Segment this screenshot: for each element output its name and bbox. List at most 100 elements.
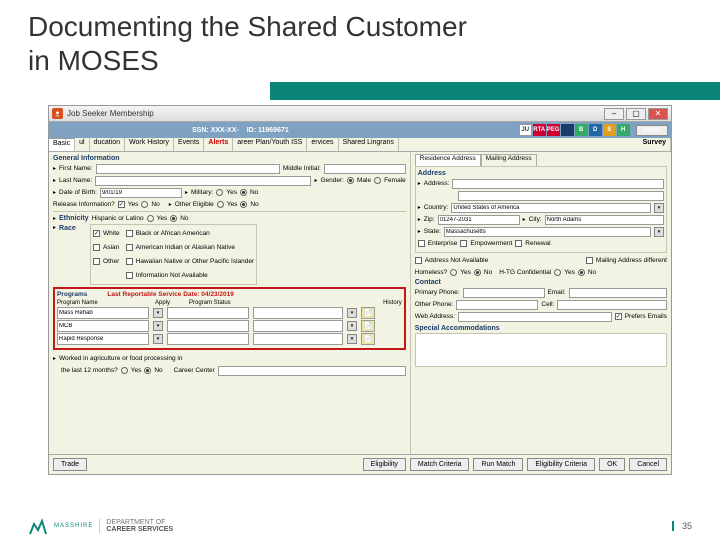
apply-input[interactable] <box>167 320 249 332</box>
ag-yes[interactable] <box>121 367 128 374</box>
race-other-chk[interactable] <box>93 258 100 265</box>
address2-input[interactable] <box>458 191 664 201</box>
tab-basic[interactable]: Basic <box>49 138 75 151</box>
cell-input[interactable] <box>557 300 667 310</box>
race-na-chk[interactable] <box>126 272 133 279</box>
release-yes-chk[interactable] <box>118 201 125 208</box>
history-button[interactable]: 📄 <box>361 333 375 345</box>
special-accom-box[interactable] <box>415 333 667 367</box>
badge: H <box>617 124 630 136</box>
program-row: ▾ ▾ 📄 <box>57 333 402 345</box>
dob-input[interactable] <box>100 188 182 198</box>
tgc-yes[interactable] <box>554 269 561 276</box>
tab-workhistory[interactable]: Work History <box>125 138 174 151</box>
program-name-input[interactable] <box>57 307 149 319</box>
web-input[interactable] <box>458 312 612 322</box>
slide-title: Documenting the Shared Customerin MOSES <box>0 0 720 81</box>
run-match-button[interactable]: Run Match <box>473 458 523 471</box>
mail-diff-chk[interactable] <box>586 257 593 264</box>
flag-enterprise[interactable] <box>418 240 425 247</box>
tab-careerplan[interactable]: areer Plan/Youth ISS <box>233 138 307 151</box>
first-name-label: First Name: <box>59 165 93 172</box>
other-elig-no[interactable] <box>240 201 247 208</box>
release-no-radio[interactable] <box>141 201 148 208</box>
country-input[interactable] <box>451 203 651 213</box>
gender-male-radio[interactable] <box>347 177 354 184</box>
status-input[interactable] <box>253 333 343 345</box>
race-white-chk[interactable] <box>93 230 100 237</box>
status-input[interactable] <box>253 320 343 332</box>
tab-shared[interactable]: Shared Lingrans <box>339 138 399 151</box>
page-number: 35 <box>672 521 692 531</box>
first-name-input[interactable] <box>96 164 280 174</box>
maximize-button[interactable]: ▢ <box>626 108 646 120</box>
state-input[interactable] <box>444 227 651 237</box>
other-elig-yes[interactable] <box>217 201 224 208</box>
addr-na-chk[interactable] <box>415 257 422 264</box>
tabstrip: Basic ul ducation Work History Events Al… <box>49 138 671 152</box>
address-input[interactable] <box>452 179 664 189</box>
mi-input[interactable] <box>324 164 406 174</box>
elig-criteria-button[interactable]: Eligibility Criteria <box>527 458 595 471</box>
hisp-no[interactable] <box>170 215 177 222</box>
trade-button[interactable]: Trade <box>53 458 87 471</box>
program-name-input[interactable] <box>57 320 149 332</box>
city-input[interactable] <box>545 215 664 225</box>
history-button[interactable]: 📄 <box>361 307 375 319</box>
flag-empowerment[interactable] <box>460 240 467 247</box>
career-center-input[interactable] <box>218 366 406 376</box>
zip-input[interactable] <box>438 215 520 225</box>
tab-residence-addr[interactable]: Residence Address <box>415 154 481 166</box>
flag-renewal[interactable] <box>515 240 522 247</box>
program-name-input[interactable] <box>57 333 149 345</box>
apply-input[interactable] <box>167 333 249 345</box>
primary-phone-input[interactable] <box>463 288 545 298</box>
tab-survey[interactable]: Survey <box>639 138 671 151</box>
ok-button[interactable]: OK <box>599 458 625 471</box>
military-no-radio[interactable] <box>240 189 247 196</box>
badge: B <box>575 124 588 136</box>
history-button[interactable]: 📄 <box>361 320 375 332</box>
cancel-button[interactable]: Cancel <box>629 458 667 471</box>
status-input[interactable] <box>253 307 343 319</box>
notes-button[interactable]: Notes <box>636 125 668 136</box>
other-elig-label: Other Eligible <box>175 201 214 208</box>
tab-alerts[interactable]: Alerts <box>204 138 233 151</box>
dropdown-icon[interactable]: ▾ <box>153 308 163 318</box>
dropdown-icon[interactable]: ▾ <box>153 334 163 344</box>
race-black-chk[interactable] <box>126 230 133 237</box>
dropdown-icon[interactable]: ▾ <box>347 308 357 318</box>
race-hi-chk[interactable] <box>126 258 133 265</box>
close-button[interactable]: ✕ <box>648 108 668 120</box>
email-input[interactable] <box>569 288 667 298</box>
tab-mailing-addr[interactable]: Mailing Address <box>481 154 537 166</box>
dropdown-icon[interactable]: ▾ <box>347 321 357 331</box>
prefer-email-chk[interactable] <box>615 313 622 320</box>
tab-education[interactable]: ducation <box>90 138 125 151</box>
tab-events[interactable]: Events <box>174 138 204 151</box>
ag-no[interactable] <box>144 367 151 374</box>
eligibility-button[interactable]: Eligibility <box>363 458 406 471</box>
tab-services[interactable]: ervices <box>307 138 338 151</box>
dropdown-icon[interactable]: ▾ <box>654 203 664 213</box>
minimize-button[interactable]: – <box>604 108 624 120</box>
homeless-no[interactable] <box>474 269 481 276</box>
race-asian-chk[interactable] <box>93 244 100 251</box>
match-criteria-button[interactable]: Match Criteria <box>410 458 470 471</box>
gender-label: Gender: <box>320 177 344 184</box>
tab[interactable]: ul <box>75 138 89 151</box>
release-label: Release Information? <box>53 201 115 208</box>
race-ai-chk[interactable] <box>126 244 133 251</box>
military-yes-radio[interactable] <box>216 189 223 196</box>
tgc-no[interactable] <box>578 269 585 276</box>
apply-input[interactable] <box>167 307 249 319</box>
other-phone-input[interactable] <box>456 300 538 310</box>
dropdown-icon[interactable]: ▾ <box>153 321 163 331</box>
homeless-yes[interactable] <box>450 269 457 276</box>
hisp-yes[interactable] <box>147 215 154 222</box>
dropdown-icon[interactable]: ▾ <box>654 227 664 237</box>
address-group: Address <box>418 170 664 177</box>
gender-female-radio[interactable] <box>374 177 381 184</box>
dropdown-icon[interactable]: ▾ <box>347 334 357 344</box>
last-name-input[interactable] <box>95 176 311 186</box>
